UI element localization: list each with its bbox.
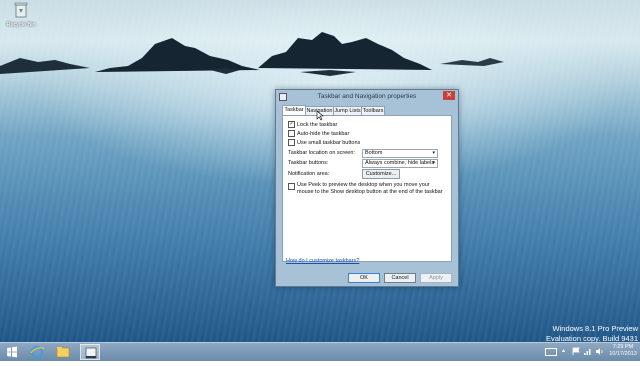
taskbar: ▴ 7:29 PM 10/17/2013 [0,342,640,361]
windows-icon [7,346,17,358]
clock-time: 7:29 PM [612,344,634,350]
recycle-bin-shortcut[interactable]: Recycle Bin [4,2,38,28]
customize-button[interactable]: Customize... [362,169,400,179]
taskbar-location-value: Bottom [365,150,383,156]
apply-button[interactable]: Apply [420,273,452,283]
taskbar-buttons-label: Taskbar buttons: [288,160,329,166]
taskbar-location-select[interactable]: Bottom ▾ [362,149,438,158]
clock-date: 10/17/2013 [609,351,637,357]
file-explorer-icon [56,347,70,358]
small-buttons-label: Use small taskbar buttons [297,139,361,146]
taskbar-properties-icon [85,347,97,359]
taskbar-location-label: Taskbar location on screen: [288,150,355,156]
chevron-down-icon: ▾ [432,150,435,156]
dialog-title: Taskbar and Navigation properties [317,93,417,100]
peek-checkbox[interactable] [288,183,295,190]
help-link[interactable]: How do I customize taskbars? [286,258,359,264]
taskbar-buttons-value: Always combine, hide labels [365,160,435,166]
network-icon[interactable] [583,347,592,356]
taskbar-tab-panel: ✓ Lock the taskbar Auto-hide the taskbar… [282,115,452,262]
lock-taskbar-checkbox[interactable]: ✓ [288,121,295,128]
close-button[interactable]: ✕ [443,91,455,100]
taskbar-file-explorer[interactable] [53,344,73,360]
ok-button[interactable]: OK [348,273,380,283]
chevron-down-icon: ▾ [432,160,435,166]
evaluation-watermark: Windows 8.1 Pro Preview Evaluation copy.… [546,324,638,342]
flag-icon[interactable] [572,347,580,356]
small-buttons-option[interactable]: Use small taskbar buttons [288,139,360,146]
taskbar-properties-dialog: Taskbar and Navigation properties ✕ Task… [275,89,459,287]
cancel-button[interactable]: Cancel [384,273,416,283]
notification-area-label: Notification area: [288,171,330,177]
volume-icon[interactable] [595,347,604,356]
peek-label: Use Peek to preview the desktop when you… [297,182,443,195]
autohide-taskbar-label: Auto-hide the taskbar [297,130,350,137]
dialog-titlebar[interactable]: Taskbar and Navigation properties [276,90,458,103]
lock-taskbar-label: Lock the taskbar [297,121,338,128]
watermark-line-2: Evaluation copy. Build 9431 [545,334,638,342]
autohide-taskbar-option[interactable]: Auto-hide the taskbar [288,130,349,137]
watermark-line-1: Windows 8.1 Pro Preview [552,324,638,333]
mouse-cursor-icon [316,110,324,121]
lock-taskbar-option[interactable]: ✓ Lock the taskbar [288,121,337,128]
recycle-bin-label: Recycle Bin [6,22,36,28]
taskbar-internet-explorer[interactable] [27,344,47,360]
show-hidden-icon[interactable]: ▴ [562,347,565,354]
taskbar-buttons-select[interactable]: Always combine, hide labels ▾ [362,159,438,168]
peek-option[interactable]: Use Peek to preview the desktop when you… [288,182,447,195]
small-buttons-checkbox[interactable] [288,139,295,146]
taskbar-clock[interactable]: 7:29 PM 10/17/2013 [608,344,638,358]
keyboard-icon[interactable] [545,348,557,356]
autohide-taskbar-checkbox[interactable] [288,130,295,137]
recycle-bin-icon [14,2,28,18]
wallpaper-rocks [0,32,504,76]
start-button[interactable] [2,344,22,360]
taskbar-properties-window[interactable] [80,344,100,360]
internet-explorer-icon [30,346,45,358]
dialog-app-icon [279,93,287,101]
